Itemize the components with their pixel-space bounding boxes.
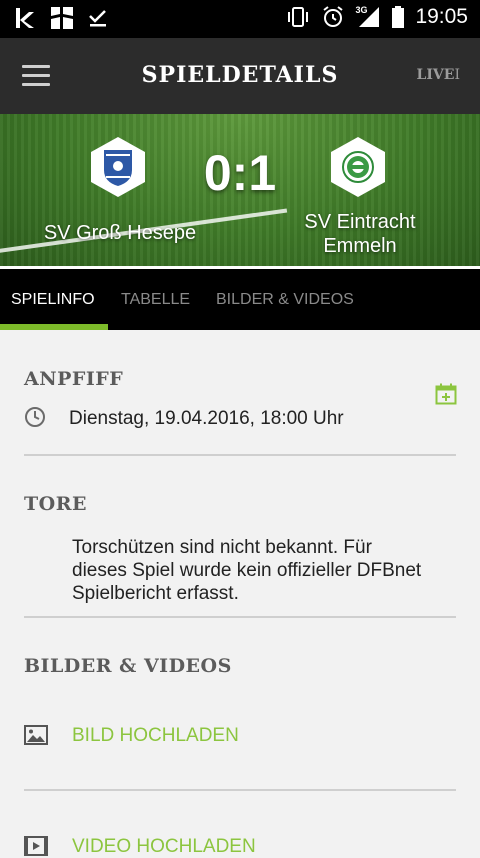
add-to-calendar-icon[interactable] [435,383,457,405]
tab-spielinfo[interactable]: SPIELINFO [11,291,95,309]
image-icon [24,725,48,745]
signal-icon: 3G [355,5,381,29]
live-button[interactable]: LIVEI [417,67,460,83]
page-title: SPIELDETAILS [141,62,339,88]
match-header: 0:1 SV Groß Hesepe SV Eintracht Emmeln [0,114,480,269]
clock-time: 19:05 [415,5,468,28]
upload-image-link[interactable]: BILD HOCHLADEN [72,725,239,747]
goals-info-text: Torschützen sind nicht bekannt. Für dies… [72,536,421,605]
divider [24,789,456,791]
match-score: 0:1 [203,145,277,201]
goals-info-line: Torschützen sind nicht bekannt. Für [72,537,372,558]
home-team-logo[interactable] [90,136,146,198]
app-bar: SPIELDETAILS LIVEI [0,38,480,114]
goals-info-line: dieses Spiel wurde kein offizieller DFBn… [72,560,422,581]
away-team-name-line2: Emmeln [323,235,397,257]
status-bar: 3G 19:05 [0,0,480,38]
tab-bilder-videos[interactable]: BILDER & VIDEOS [216,291,354,309]
upload-video-link[interactable]: VIDEO HOCHLADEN [72,836,256,858]
away-team-name-line1: SV Eintracht [304,211,416,233]
spielinfo-content: ANPFIFF Dienstag, 19.04.2016, 18:00 Uhr … [0,330,480,857]
tore-heading: TORE [24,493,87,515]
away-team-logo[interactable] [330,136,386,198]
video-icon [24,836,48,856]
grid-app-icon [51,7,73,29]
goals-info-line: Spielbericht erfasst. [72,583,239,604]
away-team-name[interactable]: SV Eintracht Emmeln [270,210,450,258]
divider [24,454,456,456]
kickoff-datetime: Dienstag, 19.04.2016, 18:00 Uhr [69,408,344,429]
battery-icon [392,6,405,28]
vibrate-icon [288,7,309,27]
tab-tabelle[interactable]: TABELLE [121,291,190,309]
check-download-icon [89,10,106,27]
clock-icon [25,407,45,427]
home-team-name[interactable]: SV Groß Hesepe [20,222,220,245]
tab-bar: SPIELINFO TABELLE BILDER & VIDEOS [0,269,480,330]
divider [24,616,456,618]
live-label: LIVE [416,67,455,83]
k-app-icon [16,8,34,28]
media-heading: BILDER & VIDEOS [24,655,232,677]
alarm-icon [323,6,344,27]
anpfiff-heading: ANPFIFF [24,368,124,390]
